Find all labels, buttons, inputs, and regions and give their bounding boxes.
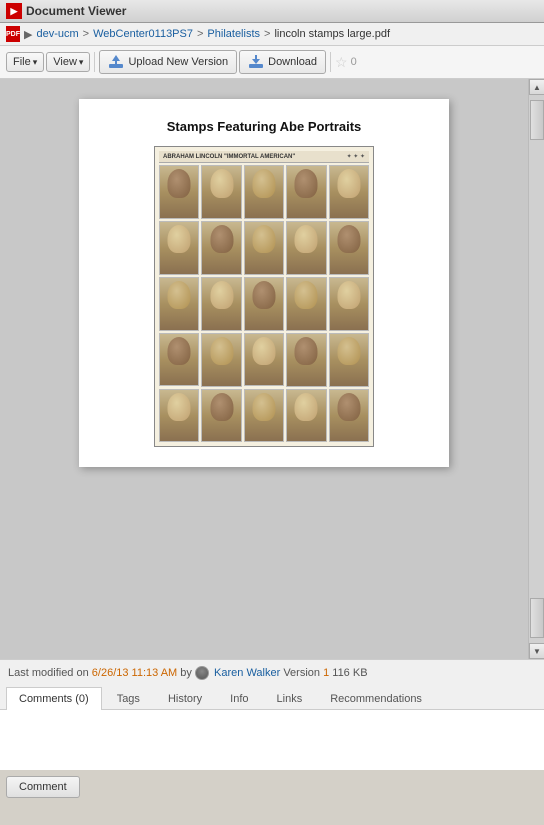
star-count: 0 [351,56,357,68]
user-name-link[interactable]: Karen Walker [214,667,280,679]
scroll-down-button[interactable]: ▼ [529,643,544,659]
breadcrumb-item-2[interactable]: WebCenter0113PS7 [93,28,193,40]
breadcrumb-item-3[interactable]: Philatelists [207,28,260,40]
modified-date: 6/26/13 [92,667,129,679]
stamp-2-2 [201,221,241,275]
tab-info-label: Info [230,693,248,705]
stamp-5-4 [286,389,326,443]
pdf-page: Stamps Featuring Abe Portraits Abraham L… [79,99,449,467]
download-label: Download [268,56,317,68]
tab-recommendations-label: Recommendations [330,693,422,705]
status-bar: Last modified on 6/26/13 11:13 AM by Kar… [0,659,544,686]
upload-button[interactable]: Upload New Version [99,50,237,74]
scrollbar[interactable]: ▲ ▼ [528,79,544,659]
breadcrumb-arrow: ▶ [24,28,32,41]
pdf-icon: PDF [6,26,20,42]
tab-content [0,710,544,770]
scroll-up-arrow: ▲ [533,83,541,92]
user-avatar-icon [195,666,209,680]
stamp-4-4 [286,333,326,387]
comment-button[interactable]: Comment [6,776,80,798]
tab-comments-label: Comments (0) [19,693,89,705]
file-size: 116 KB [332,667,367,679]
stamp-5-2 [201,389,241,443]
tab-info[interactable]: Info [217,687,261,710]
scroll-thumb-top[interactable] [530,100,544,140]
toolbar-sep2 [330,52,331,72]
pdf-page-title: Stamps Featuring Abe Portraits [167,119,362,134]
toolbar: File View Upload New Version Download ☆ … [0,46,544,79]
stamp-5-1 [159,389,199,443]
stamp-4-1 [159,333,199,387]
stamp-3-4 [286,277,326,331]
toolbar-sep1 [94,52,95,72]
modified-time: 11:13 AM [132,667,178,679]
star-icon[interactable]: ☆ [335,54,348,71]
version-label: Version [283,667,323,679]
stamp-grid [159,165,369,442]
stamp-1-2 [201,165,241,219]
stamp-1-1 [159,165,199,219]
download-button[interactable]: Download [239,50,326,74]
stamp-4-3 [244,333,284,387]
sep3: > [264,28,270,40]
stamp-3-3 [244,277,284,331]
tab-tags[interactable]: Tags [104,687,153,710]
stamp-sheet-title: Abraham Lincoln "Immortal American" [163,154,295,160]
stamp-3-5 [329,277,369,331]
stamp-1-3 [244,165,284,219]
title-bar: ▶ Document Viewer [0,0,544,23]
tab-history-label: History [168,693,202,705]
stamp-2-1 [159,221,199,275]
modified-prefix: Last modified on [8,667,92,679]
stamp-4-5 [329,333,369,387]
app-title: Document Viewer [26,4,126,18]
app-icon: ▶ [6,3,22,19]
tab-links[interactable]: Links [264,687,316,710]
breadcrumb-item-4[interactable]: lincoln stamps large.pdf [274,28,390,40]
stamp-1-4 [286,165,326,219]
scroll-track[interactable] [529,95,544,643]
stamp-sheet-header: Abraham Lincoln "Immortal American" ✦ ✦ … [159,151,369,163]
stamp-sheet-decoration: ✦ ✦ ✦ [347,153,365,160]
scroll-down-arrow: ▼ [533,647,541,656]
tab-tags-label: Tags [117,693,140,705]
viewer-panel: Stamps Featuring Abe Portraits Abraham L… [0,79,528,659]
stamp-1-5 [329,165,369,219]
upload-label: Upload New Version [128,56,228,68]
download-icon [248,54,264,70]
stamp-5-3 [244,389,284,443]
stamp-3-1 [159,277,199,331]
version-number: 1 [323,667,329,679]
tab-comments[interactable]: Comments (0) [6,687,102,710]
stamp-2-3 [244,221,284,275]
scroll-up-button[interactable]: ▲ [529,79,544,95]
breadcrumb: PDF ▶ dev-ucm > WebCenter0113PS7 > Phila… [0,23,544,46]
stamp-sheet: Abraham Lincoln "Immortal American" ✦ ✦ … [154,146,374,447]
tab-links-label: Links [277,693,303,705]
tabs-bar: Comments (0) Tags History Info Links Rec… [0,686,544,710]
sep2: > [197,28,203,40]
main-viewer-area: Stamps Featuring Abe Portraits Abraham L… [0,79,544,659]
upload-icon [108,54,124,70]
stamp-2-4 [286,221,326,275]
view-menu[interactable]: View [46,52,90,72]
scroll-thumb-bottom[interactable] [530,598,544,638]
sep1: > [83,28,89,40]
stamp-4-2 [201,333,241,387]
file-menu[interactable]: File [6,52,44,72]
tab-history[interactable]: History [155,687,215,710]
stamp-3-2 [201,277,241,331]
breadcrumb-item-1[interactable]: dev-ucm [36,28,78,40]
star-area[interactable]: ☆ 0 [335,54,357,71]
stamp-2-5 [329,221,369,275]
by-text: by [180,667,195,679]
tab-recommendations[interactable]: Recommendations [317,687,435,710]
stamp-5-5 [329,389,369,443]
